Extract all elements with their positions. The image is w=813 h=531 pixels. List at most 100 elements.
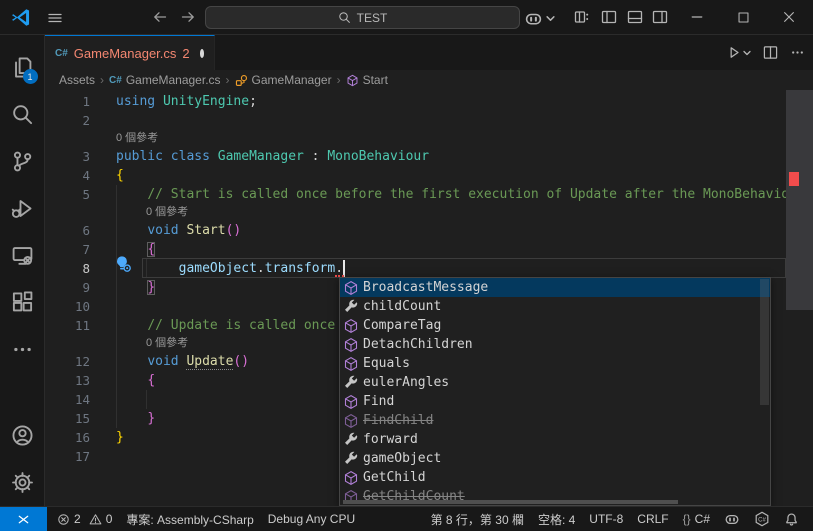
notifications-button[interactable]: [778, 512, 805, 527]
line-number[interactable]: 3: [45, 147, 90, 166]
breadcrumb-file[interactable]: C# GameManager.cs: [109, 73, 221, 87]
language-status[interactable]: {} C#: [677, 512, 716, 526]
split-editor-button[interactable]: [763, 45, 778, 60]
suggest-item-DetachChildren[interactable]: DetachChildren: [340, 335, 770, 354]
code-line-5[interactable]: 5 // Start is called once before the fir…: [45, 185, 813, 204]
breadcrumb-class[interactable]: GameManager: [235, 73, 332, 87]
sidebar-item-explorer[interactable]: 1: [0, 44, 45, 91]
sidebar-item-remote-explorer[interactable]: [0, 232, 45, 279]
sidebar-item-search[interactable]: [0, 91, 45, 138]
more-views-button[interactable]: [0, 326, 45, 373]
suggest-label: forward: [363, 432, 418, 447]
editor-scrollbar[interactable]: [786, 90, 813, 506]
line-number[interactable]: 1: [45, 92, 90, 111]
close-button[interactable]: [766, 0, 812, 34]
line-number[interactable]: 17: [45, 447, 90, 466]
line-number[interactable]: 9: [45, 278, 90, 297]
suggest-vertical-scrollbar[interactable]: [760, 279, 769, 405]
remote-indicator[interactable]: [0, 507, 47, 531]
cursor-position-status[interactable]: 第 8 行，第 30 欄: [425, 511, 530, 528]
build-config-status[interactable]: Debug Any CPU: [262, 512, 361, 526]
run-button[interactable]: [726, 45, 751, 60]
toggle-panel-icon[interactable]: [627, 9, 643, 25]
code-line-6[interactable]: 6 void Start(): [45, 221, 786, 240]
line-number[interactable]: 2: [45, 111, 90, 130]
breadcrumb-assets[interactable]: Assets: [59, 73, 95, 87]
property-wrench-icon: [343, 375, 359, 391]
suggest-item-Find[interactable]: Find: [340, 392, 770, 411]
tab-gamemanager[interactable]: C# GameManager.cs 2: [45, 35, 215, 70]
suggest-item-gameObject[interactable]: gameObject: [340, 449, 770, 468]
eol-status[interactable]: CRLF: [631, 512, 674, 526]
suggest-item-Equals[interactable]: Equals: [340, 354, 770, 373]
codelens-row[interactable]: 0 個參考: [45, 130, 786, 147]
line-number[interactable]: 11: [45, 316, 90, 335]
accounts-button[interactable]: [0, 412, 45, 459]
suggest-label: DetachChildren: [363, 337, 473, 352]
suggest-item-GetChild[interactable]: GetChild: [340, 468, 770, 487]
code-line-8[interactable]: 8 gameObject.transform.: [45, 259, 786, 278]
command-center-search[interactable]: TEST: [205, 6, 520, 29]
project-status[interactable]: 專案: Assembly-CSharp: [120, 511, 259, 528]
method-cube-icon: [343, 356, 359, 372]
suggest-label: BroadcastMessage: [363, 280, 489, 295]
codelens-row[interactable]: 0 個參考: [45, 204, 786, 221]
code-line-7[interactable]: 7 {: [45, 240, 786, 259]
scrollbar-thumb[interactable]: [786, 90, 813, 310]
editor-more-actions-button[interactable]: [790, 45, 805, 60]
minimize-button[interactable]: [674, 0, 720, 34]
suggest-item-childCount[interactable]: childCount: [340, 297, 770, 316]
line-number[interactable]: 15: [45, 409, 90, 428]
back-arrow-icon[interactable]: [152, 9, 170, 27]
sidebar-item-extensions[interactable]: [0, 279, 45, 326]
code-line-2[interactable]: 2: [45, 111, 786, 130]
csharp-extension-status[interactable]: C#: [748, 511, 776, 527]
line-number[interactable]: 12: [45, 352, 90, 371]
customize-layout-icon[interactable]: [574, 9, 590, 25]
suggest-horizontal-scrollbar[interactable]: [343, 500, 679, 504]
code-line-3[interactable]: 3 public class GameManager : MonoBehaviou…: [45, 147, 786, 166]
modified-dot-icon[interactable]: [199, 48, 204, 58]
sidebar-item-source-control[interactable]: [0, 138, 45, 185]
indentation-status[interactable]: 空格: 4: [532, 511, 581, 528]
sidebar-item-run-debug[interactable]: [0, 185, 45, 232]
encoding-status[interactable]: UTF-8: [583, 512, 629, 526]
line-number[interactable]: 13: [45, 371, 90, 390]
menu-icon[interactable]: [46, 9, 64, 27]
code-line-4[interactable]: 4{: [45, 166, 786, 185]
line-number[interactable]: 8: [45, 259, 90, 278]
suggest-item-FindChild[interactable]: FindChild: [340, 411, 770, 430]
maximize-button[interactable]: [720, 0, 766, 34]
line-number[interactable]: 5: [45, 185, 90, 204]
copilot-status-button[interactable]: [718, 511, 746, 527]
method-cube-icon: [343, 318, 359, 334]
line-number[interactable]: 6: [45, 221, 90, 240]
lightbulb-ai-icon[interactable]: [114, 255, 131, 272]
line-number[interactable]: 7: [45, 240, 90, 259]
line-number[interactable]: 10: [45, 297, 90, 316]
copilot-button[interactable]: [524, 9, 555, 28]
code-editor[interactable]: 1 using UnityEngine; 2 0 個參考 3 public class G…: [45, 90, 813, 506]
property-wrench-icon: [343, 451, 359, 467]
suggest-label: GetChild: [363, 470, 426, 485]
suggest-item-BroadcastMessage[interactable]: BroadcastMessage: [340, 278, 770, 297]
forward-arrow-icon[interactable]: [180, 9, 198, 27]
code-line-1[interactable]: 1 using UnityEngine;: [45, 92, 786, 111]
settings-button[interactable]: [0, 459, 45, 506]
suggest-item-eulerAngles[interactable]: eulerAngles: [340, 373, 770, 392]
overview-ruler-error-mark: [789, 172, 799, 186]
ellipsis-icon: [792, 51, 803, 54]
search-icon: [338, 12, 350, 23]
toggle-primary-sidebar-icon[interactable]: [601, 9, 617, 25]
suggest-label: FindChild: [363, 413, 434, 428]
class-symbol-icon: [235, 74, 247, 86]
problems-status[interactable]: 2 0: [51, 512, 118, 526]
suggest-item-forward[interactable]: forward: [340, 430, 770, 449]
breadcrumb-method[interactable]: Start: [346, 73, 388, 87]
line-number[interactable]: 16: [45, 428, 90, 447]
line-number[interactable]: 4: [45, 166, 90, 185]
property-wrench-icon: [343, 432, 359, 448]
suggest-item-CompareTag[interactable]: CompareTag: [340, 316, 770, 335]
toggle-secondary-sidebar-icon[interactable]: [652, 9, 668, 25]
line-number[interactable]: 14: [45, 390, 90, 409]
